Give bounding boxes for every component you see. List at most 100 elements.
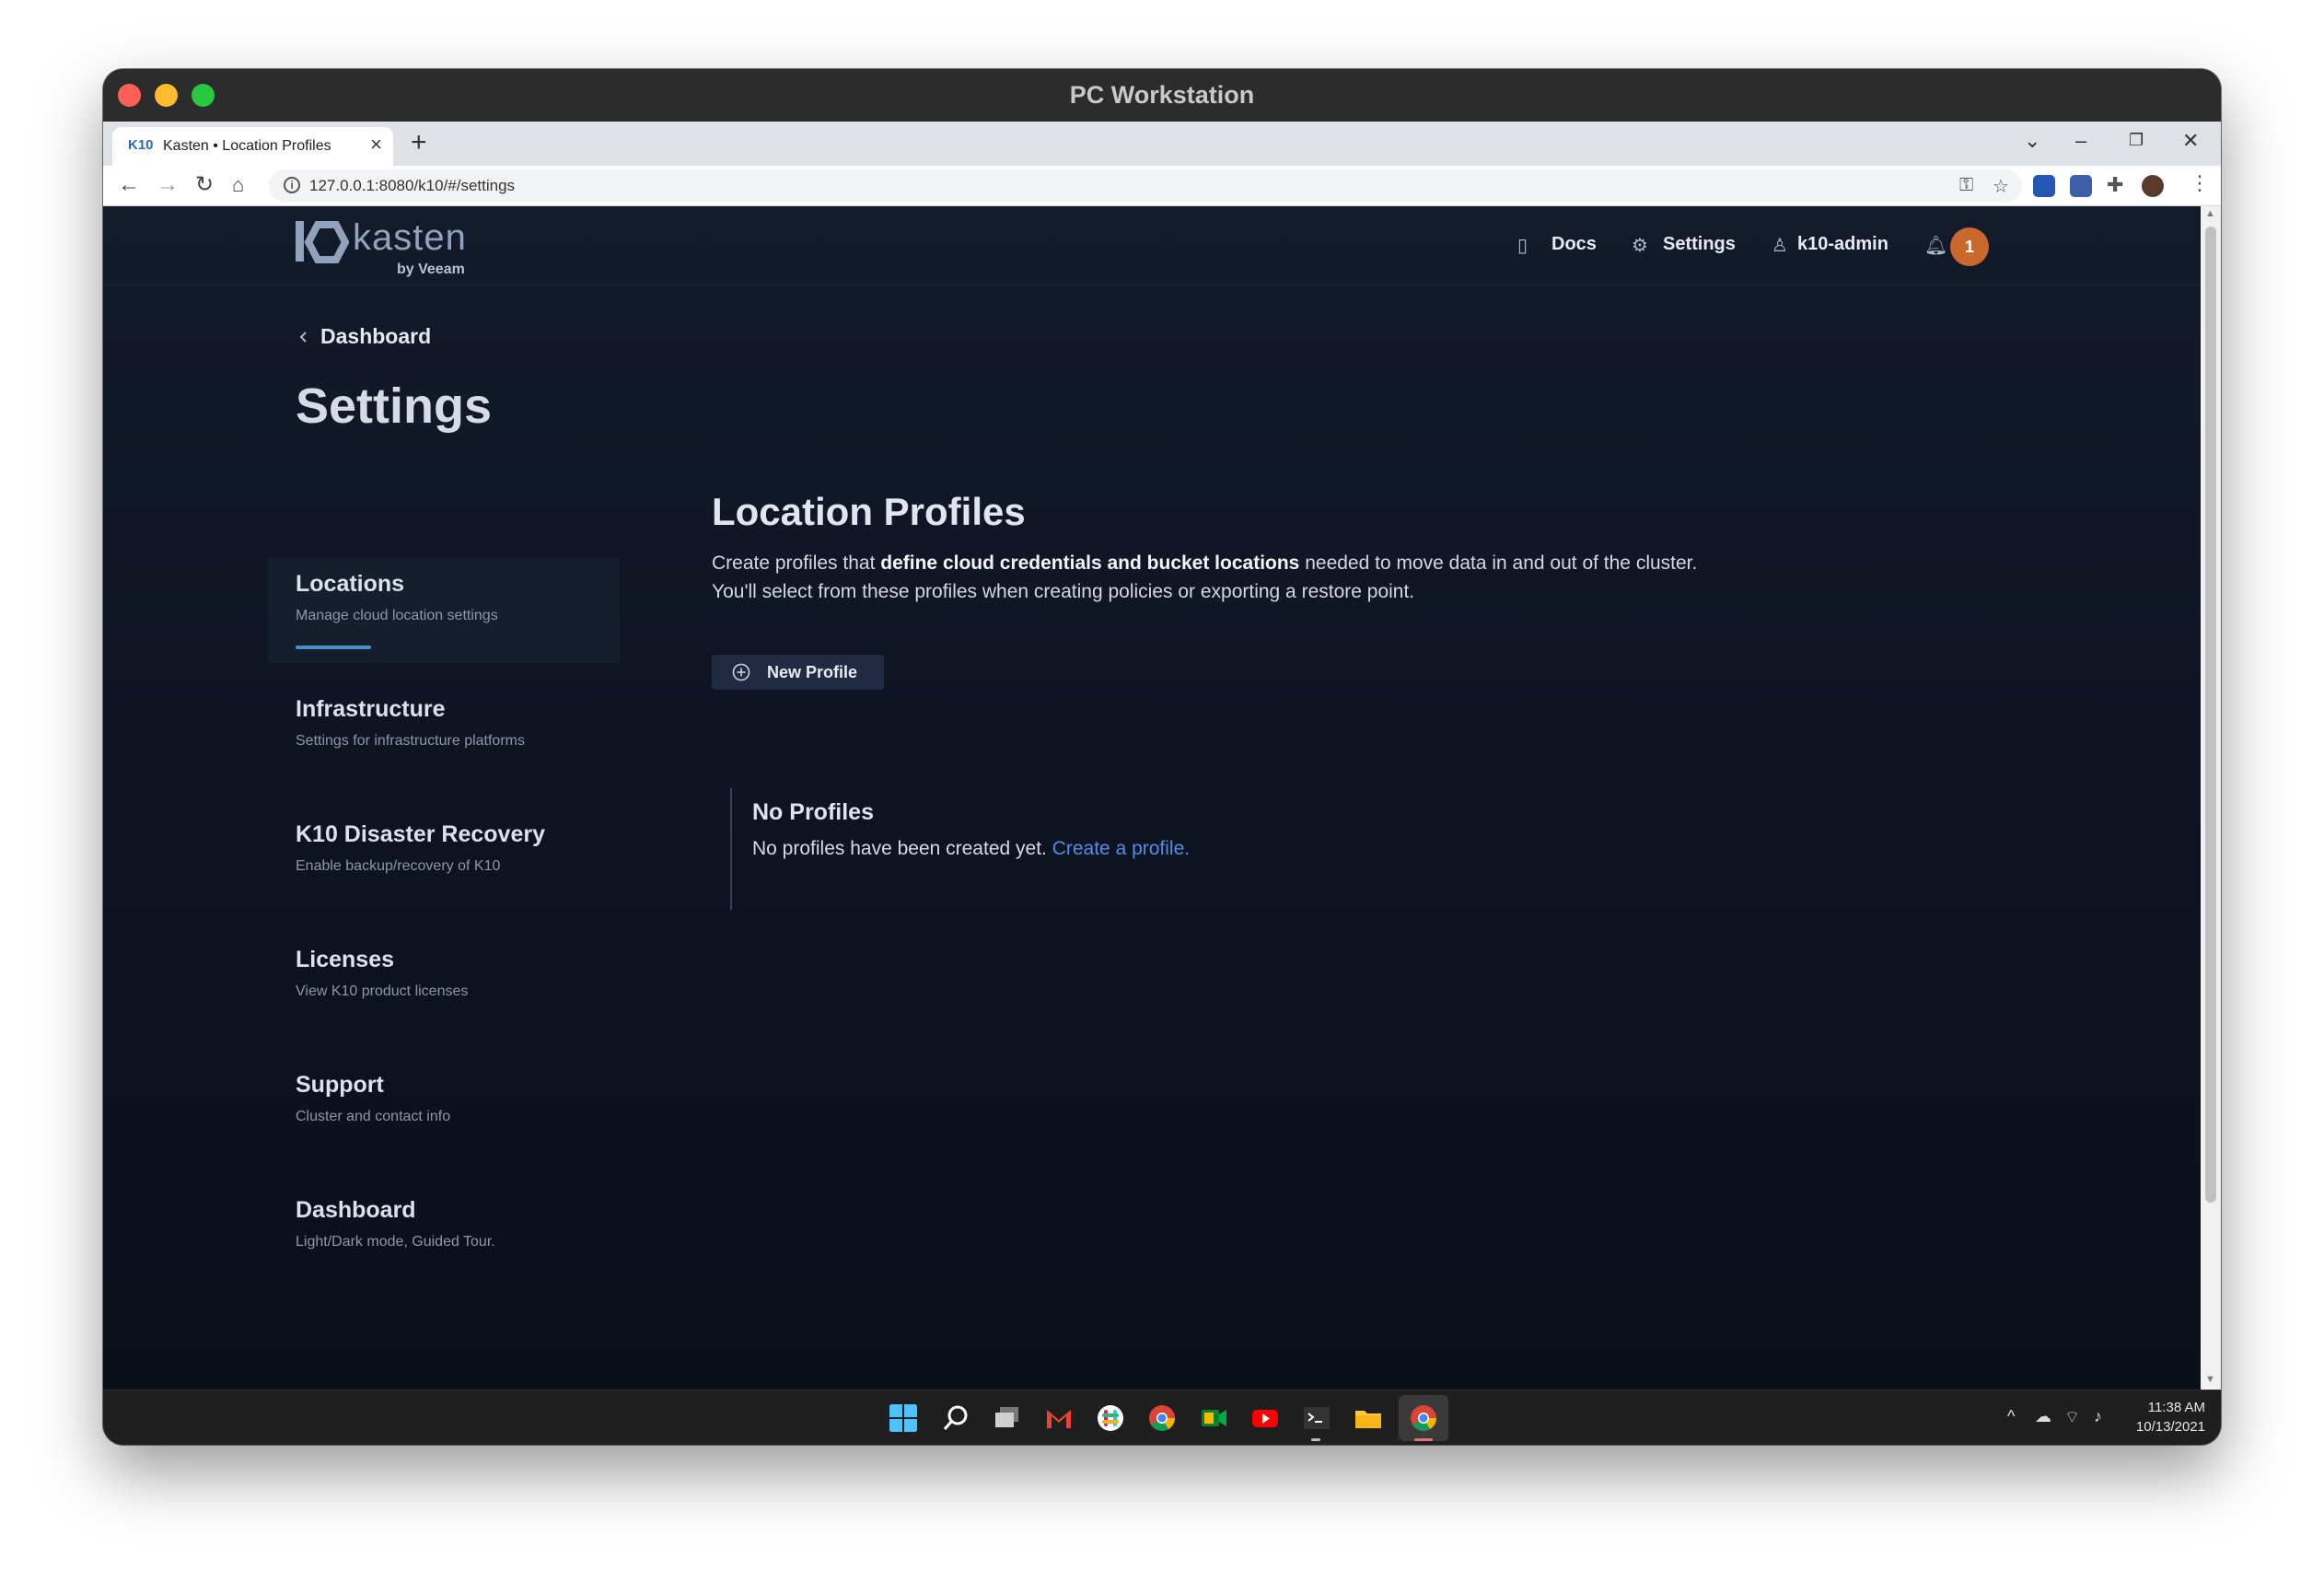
taskbar: ^ ☁ ⌔ ♪ 11:38 AM 10/13/2021 — [103, 1390, 2221, 1445]
sidebar-item-label: Support — [296, 1072, 384, 1098]
empty-state: No Profiles No profiles have been create… — [730, 788, 1375, 910]
new-profile-label: New Profile — [767, 663, 858, 681]
file-explorer-icon[interactable] — [1354, 1403, 1383, 1433]
site-info-icon[interactable]: i — [284, 177, 300, 193]
user-icon: ♙ — [1772, 236, 1788, 256]
sidebar-item-label: Infrastructure — [296, 696, 446, 722]
window-title: PC Workstation — [1069, 81, 1255, 109]
chrome-profile-icon[interactable] — [1409, 1403, 1438, 1433]
sidebar-item-subtitle: Light/Dark mode, Guided Tour. — [296, 1234, 495, 1250]
active-indicator — [296, 646, 371, 649]
sidebar-item-subtitle: Settings for infrastructure platforms — [296, 733, 525, 749]
sidebar-item-support[interactable]: Support Cluster and contact info — [268, 1059, 620, 1164]
youtube-icon[interactable] — [1250, 1403, 1280, 1433]
sidebar-item-label: Dashboard — [296, 1197, 416, 1223]
new-tab-icon[interactable]: + — [411, 129, 427, 157]
sidebar-item-subtitle: Enable backup/recovery of K10 — [296, 858, 501, 874]
speaker-icon[interactable]: ♪ — [2094, 1407, 2102, 1426]
docs-link[interactable]: Docs — [1551, 234, 1597, 255]
kasten-logo[interactable]: kasten by Veeam — [296, 215, 480, 277]
restore-icon[interactable]: ❐ — [2129, 131, 2144, 150]
new-profile-button[interactable]: New Profile — [712, 655, 884, 690]
book-icon: ▯ — [1517, 236, 1528, 256]
window-titlebar: PC Workstation — [103, 69, 2221, 122]
page-scrollbar[interactable]: ▲ ▼ — [2201, 206, 2221, 1390]
sidebar-item-subtitle: View K10 product licenses — [296, 983, 469, 999]
clock-time[interactable]: 11:38 AM — [2141, 1400, 2205, 1415]
extension-icon[interactable] — [2070, 175, 2092, 197]
section-description: Create profiles that define cloud creden… — [712, 549, 1725, 606]
puzzle-icon[interactable]: ✚ — [2107, 173, 2123, 197]
running-indicator — [1311, 1438, 1320, 1441]
empty-state-title: No Profiles — [752, 799, 874, 825]
minimize-icon[interactable]: – — [2075, 129, 2086, 153]
extension-icon[interactable] — [2033, 175, 2055, 197]
app-header: kasten by Veeam ▯ Docs ⚙ Settings ♙ k10-… — [103, 206, 2201, 285]
sidebar-item-disaster-recovery[interactable]: K10 Disaster Recovery Enable backup/reco… — [268, 808, 620, 913]
wifi-icon[interactable]: ⌔ — [2064, 1407, 2080, 1428]
clock-date[interactable]: 10/13/2021 — [2132, 1419, 2205, 1435]
sidebar-item-locations[interactable]: Locations Manage cloud location settings — [268, 558, 620, 663]
tab-close-icon[interactable]: × — [370, 134, 382, 155]
running-indicator — [1414, 1438, 1433, 1441]
back-arrow-icon[interactable]: ← — [118, 171, 140, 199]
browser-toolbar: ← → ↻ ⌂ i 127.0.0.1:8080/k10/#/settings … — [103, 166, 2221, 206]
chrome-icon[interactable] — [1147, 1403, 1177, 1433]
section-title: Location Profiles — [712, 490, 1026, 533]
logo-wordmark: kasten — [353, 217, 467, 258]
settings-link[interactable]: Settings — [1663, 234, 1736, 255]
scroll-down-icon[interactable]: ▼ — [2205, 1374, 2215, 1385]
bookmark-star-icon[interactable]: ☆ — [1993, 175, 2009, 198]
kasten-logo-icon — [296, 221, 349, 263]
chevron-up-icon[interactable]: ^ — [2007, 1407, 2015, 1426]
user-menu[interactable]: k10-admin — [1797, 234, 1888, 255]
sidebar-item-label: K10 Disaster Recovery — [296, 821, 545, 847]
kasten-page: kasten by Veeam ▯ Docs ⚙ Settings ♙ k10-… — [103, 206, 2201, 1390]
close-icon[interactable]: ✕ — [2182, 129, 2199, 153]
app-window: PC Workstation K10 Kasten • Location Pro… — [103, 69, 2221, 1445]
tab-search-chevron-icon[interactable]: ⌄ — [2024, 129, 2040, 153]
sidebar-item-licenses[interactable]: Licenses View K10 product licenses — [268, 934, 620, 1039]
slack-icon[interactable] — [1096, 1403, 1125, 1433]
windows-start-icon[interactable] — [889, 1403, 918, 1433]
tab-title: Kasten • Location Profiles — [163, 138, 331, 154]
forward-arrow-icon[interactable]: → — [157, 171, 179, 199]
sidebar-item-subtitle: Manage cloud location settings — [296, 608, 498, 623]
notification-badge[interactable]: 1 — [1950, 227, 1989, 266]
logo-subtitle: by Veeam — [397, 262, 465, 277]
gmail-icon[interactable] — [1044, 1403, 1074, 1433]
meet-icon[interactable] — [1199, 1403, 1228, 1433]
home-icon[interactable]: ⌂ — [232, 171, 244, 199]
sidebar-item-label: Locations — [296, 571, 405, 597]
key-icon[interactable]: ⚿ — [1959, 175, 1973, 196]
chevron-left-icon — [299, 332, 307, 343]
empty-state-message: No profiles have been created yet. — [752, 838, 1052, 859]
bell-icon[interactable]: 🔔︎ — [1924, 234, 1947, 257]
sidebar-item-infrastructure[interactable]: Infrastructure Settings for infrastructu… — [268, 683, 620, 788]
terminal-icon[interactable] — [1302, 1403, 1331, 1433]
description-text: Create profiles that — [712, 553, 881, 574]
dashboard-back-link[interactable]: Dashboard — [320, 324, 431, 349]
search-icon[interactable] — [941, 1403, 970, 1433]
description-emphasis: define cloud credentials and bucket loca… — [880, 553, 1300, 574]
kasten-favicon-icon: K10 — [128, 137, 154, 153]
reload-icon[interactable]: ↻ — [195, 171, 214, 199]
sidebar-item-dashboard[interactable]: Dashboard Light/Dark mode, Guided Tour. — [268, 1184, 620, 1289]
page-title: Settings — [296, 378, 493, 434]
empty-state-text: No profiles have been created yet. Creat… — [752, 838, 1190, 860]
browser-tabstrip: K10 Kasten • Location Profiles × + ⌄ – ❐… — [103, 122, 2221, 166]
sidebar-item-subtitle: Cluster and contact info — [296, 1109, 451, 1124]
browser-tab[interactable]: K10 Kasten • Location Profiles × — [112, 127, 393, 166]
address-bar[interactable]: i 127.0.0.1:8080/k10/#/settings ⚿ ☆ — [269, 169, 2022, 202]
plus-circle-icon — [732, 663, 750, 681]
scrollbar-thumb[interactable] — [2205, 227, 2216, 1203]
kebab-menu-icon[interactable]: ⋮ — [2190, 171, 2210, 195]
sidebar-item-label: Licenses — [296, 947, 395, 972]
scroll-up-icon[interactable]: ▲ — [2205, 208, 2215, 219]
gear-icon: ⚙ — [1632, 236, 1648, 256]
url-text: 127.0.0.1:8080/k10/#/settings — [309, 177, 516, 194]
cloud-icon[interactable]: ☁ — [2035, 1407, 2051, 1426]
task-view-icon[interactable] — [993, 1403, 1022, 1433]
create-profile-link[interactable]: Create a profile. — [1052, 838, 1190, 859]
profile-avatar[interactable] — [2142, 175, 2164, 197]
